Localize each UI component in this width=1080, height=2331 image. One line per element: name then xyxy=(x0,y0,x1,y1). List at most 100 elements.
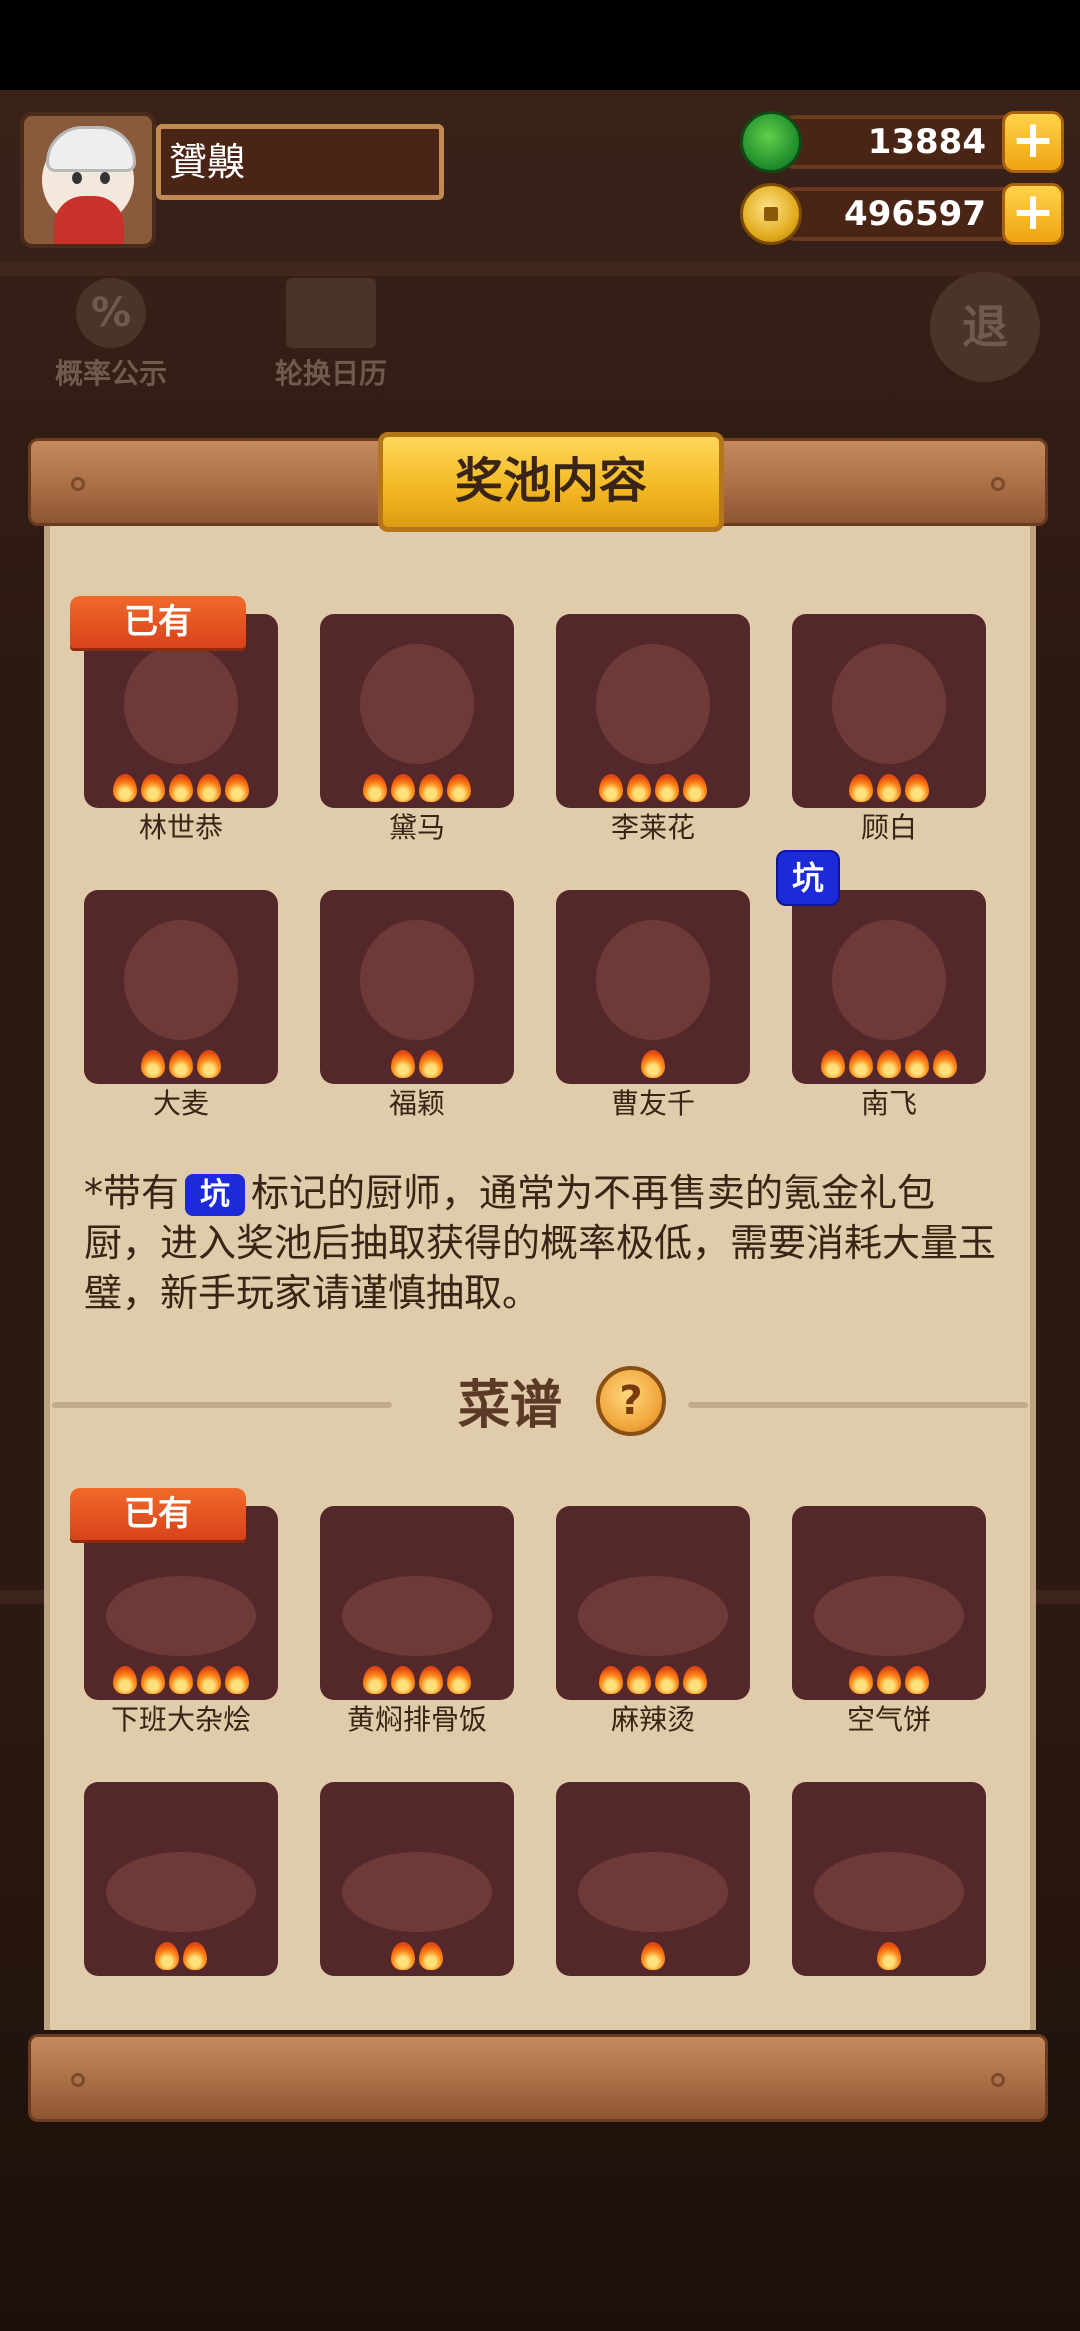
player-name: 贇齅 xyxy=(156,124,444,200)
calendar-button[interactable]: 轮换日历 xyxy=(256,278,406,392)
flame-star-icon xyxy=(599,1666,623,1694)
add-coin-button[interactable]: + xyxy=(1002,183,1064,245)
chef-name: 黛马 xyxy=(388,811,445,844)
chef-portrait xyxy=(84,890,278,1084)
flame-star-icon xyxy=(197,1666,221,1694)
flame-star-icon xyxy=(627,774,651,802)
chef-portrait xyxy=(556,614,750,808)
flame-star-icon xyxy=(599,774,623,802)
recipe-portrait xyxy=(84,1782,278,1976)
add-jade-button[interactable]: + xyxy=(1002,111,1064,173)
chef-name: 曹友千 xyxy=(610,1087,695,1120)
flame-star-icon xyxy=(905,1050,929,1078)
flame-star-icon xyxy=(877,774,901,802)
chef-portrait xyxy=(792,614,986,808)
flame-star-icon xyxy=(363,1666,387,1694)
chef-portrait xyxy=(792,890,986,1084)
flame-star-icon xyxy=(225,774,249,802)
calendar-icon xyxy=(286,278,376,348)
chef-card[interactable]: 顾白 xyxy=(792,614,986,846)
chef-card[interactable]: 林世恭 xyxy=(84,614,278,846)
panel-edge xyxy=(1030,510,1036,2030)
exit-label: 退 xyxy=(962,300,1008,354)
player-avatar[interactable] xyxy=(20,112,156,248)
chef-card[interactable]: 曹友千 xyxy=(556,890,750,1122)
flame-star-icon xyxy=(419,1050,443,1078)
flame-star-icon xyxy=(655,1666,679,1694)
chef-card[interactable]: 南飞 xyxy=(792,890,986,1122)
exit-button[interactable]: 退 xyxy=(930,272,1040,382)
flame-star-icon xyxy=(141,1666,165,1694)
plus-icon: + xyxy=(1011,110,1055,170)
pit-inline-tag: 坑 xyxy=(185,1174,246,1216)
flame-star-icon xyxy=(419,1666,443,1694)
note-prefix: *带有 xyxy=(84,1171,180,1215)
flame-star-icon xyxy=(447,774,471,802)
flame-star-icon xyxy=(683,774,707,802)
recipe-name: 黄焖排骨饭 xyxy=(346,1703,487,1736)
recipe-card[interactable]: 空气饼 xyxy=(792,1506,986,1738)
coin-currency-icon xyxy=(740,183,802,245)
recipe-card[interactable] xyxy=(84,1782,278,2014)
jade-currency-icon xyxy=(740,111,802,173)
percent-icon: % xyxy=(76,278,146,348)
chef-name: 李莱花 xyxy=(610,811,695,844)
flame-star-icon xyxy=(169,774,193,802)
chef-portrait xyxy=(320,890,514,1084)
flame-star-icon xyxy=(169,1050,193,1078)
chef-card[interactable]: 李莱花 xyxy=(556,614,750,846)
modal-bottom-board xyxy=(28,2034,1048,2122)
star-rating xyxy=(556,1050,750,1078)
recipe-card[interactable]: 下班大杂烩 xyxy=(84,1506,278,1738)
modal-title: 奖池内容 xyxy=(378,432,724,532)
flame-star-icon xyxy=(363,774,387,802)
question-icon: ? xyxy=(619,1378,643,1424)
recipe-card[interactable] xyxy=(556,1782,750,2014)
divider-left xyxy=(52,1402,392,1408)
probability-button[interactable]: % 概率公示 xyxy=(36,278,186,392)
owned-tag: 已有 xyxy=(70,596,246,648)
flame-star-icon xyxy=(391,774,415,802)
chef-card[interactable]: 黛马 xyxy=(320,614,514,846)
star-rating xyxy=(792,1050,986,1078)
status-bar-area xyxy=(0,0,1080,90)
recipe-name xyxy=(320,1978,514,2014)
star-rating xyxy=(320,1942,514,1970)
flame-star-icon xyxy=(391,1050,415,1078)
plus-icon: + xyxy=(1011,182,1055,242)
star-rating xyxy=(556,774,750,802)
flame-star-icon xyxy=(169,1666,193,1694)
recipe-name: 麻辣烫 xyxy=(610,1703,695,1736)
recipe-card[interactable]: 黄焖排骨饭 xyxy=(320,1506,514,1738)
flame-star-icon xyxy=(905,1666,929,1694)
flame-star-icon xyxy=(877,1666,901,1694)
flame-star-icon xyxy=(447,1666,471,1694)
recipe-portrait xyxy=(320,1506,514,1700)
flame-star-icon xyxy=(905,774,929,802)
flame-star-icon xyxy=(849,774,873,802)
recipe-card[interactable] xyxy=(792,1782,986,2014)
star-rating xyxy=(556,1666,750,1694)
recipe-portrait xyxy=(320,1782,514,1976)
recipes-title: 菜谱 xyxy=(457,1376,562,1436)
star-rating xyxy=(792,1942,986,1970)
flame-star-icon xyxy=(113,774,137,802)
recipe-portrait xyxy=(556,1782,750,1976)
chef-portrait xyxy=(320,614,514,808)
recipe-card[interactable]: 麻辣烫 xyxy=(556,1506,750,1738)
flame-star-icon xyxy=(113,1666,137,1694)
owned-tag: 已有 xyxy=(70,1488,246,1540)
help-button[interactable]: ? xyxy=(596,1366,666,1436)
flame-star-icon xyxy=(197,1050,221,1078)
chef-name: 大麦 xyxy=(152,1087,209,1120)
chef-card[interactable]: 大麦 xyxy=(84,890,278,1122)
flame-star-icon xyxy=(641,1050,665,1078)
flame-star-icon xyxy=(849,1666,873,1694)
star-rating xyxy=(84,1666,278,1694)
flame-star-icon xyxy=(225,1666,249,1694)
chef-name: 顾白 xyxy=(860,811,917,844)
recipe-card[interactable] xyxy=(320,1782,514,2014)
chef-card[interactable]: 福颖 xyxy=(320,890,514,1122)
star-rating xyxy=(84,1050,278,1078)
jade-currency: 13884 + xyxy=(740,111,1070,173)
